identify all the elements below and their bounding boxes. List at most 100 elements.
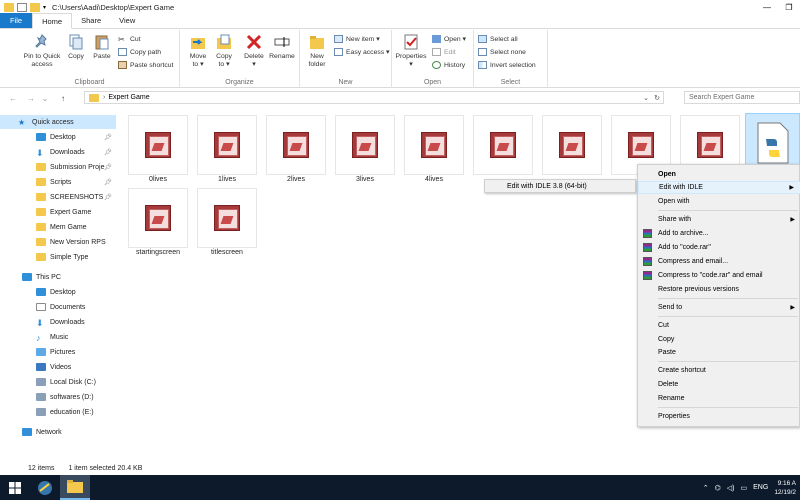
language-indicator[interactable]: ENG bbox=[753, 484, 768, 491]
nav-quick-access[interactable]: ★ Quick access bbox=[0, 115, 116, 129]
taskbar-python-idle[interactable] bbox=[30, 475, 60, 500]
file-tile-3lives[interactable] bbox=[335, 115, 395, 175]
easy-access-button[interactable]: Easy access ▾ bbox=[334, 47, 389, 57]
chevron-up-icon[interactable]: ⌃ bbox=[703, 484, 709, 492]
nav-pc-downloads[interactable]: ⬇ Downloads bbox=[0, 315, 116, 329]
move-to-button[interactable]: Move to ▾ bbox=[186, 33, 210, 68]
nav-pc-education[interactable]: education (E:) bbox=[0, 405, 116, 419]
pin-quick-access-button[interactable]: Pin to Quick access bbox=[20, 33, 64, 68]
menu-item-share-with[interactable]: Share with ▶ bbox=[638, 213, 800, 226]
start-button[interactable] bbox=[0, 475, 30, 500]
nav-item-desktop[interactable]: Desktop 📌︎ bbox=[0, 130, 116, 144]
up-button[interactable]: ↑ bbox=[58, 94, 68, 103]
delete-button[interactable]: Delete ▾ bbox=[242, 33, 266, 68]
volume-icon[interactable]: ◁) bbox=[727, 484, 735, 492]
menu-item-send-to[interactable]: Send to ▶ bbox=[638, 301, 800, 314]
address-bar[interactable]: › Expert Game ⌄ ↻ bbox=[84, 91, 664, 104]
nav-item-expert-game[interactable]: Expert Game bbox=[0, 205, 116, 219]
nav-this-pc[interactable]: This PC bbox=[0, 270, 116, 284]
cut-button[interactable]: ✂ Cut bbox=[118, 34, 141, 44]
nav-pc-pictures[interactable]: Pictures bbox=[0, 345, 116, 359]
menu-item-open-with[interactable]: Open with bbox=[638, 195, 800, 208]
menu-item-open[interactable]: Open bbox=[638, 168, 800, 181]
nav-pc-desktop[interactable]: Desktop bbox=[0, 285, 116, 299]
nav-item-mem-game[interactable]: Mem Game bbox=[0, 220, 116, 234]
nav-item-scripts[interactable]: Scripts 📌︎ bbox=[0, 175, 116, 189]
copy-to-button[interactable]: Copy to ▾ bbox=[212, 33, 236, 68]
menu-item-rename[interactable]: Rename bbox=[638, 392, 800, 405]
nav-item-submission[interactable]: Submission Proje 📌︎ bbox=[0, 160, 116, 174]
qat-dropdown-icon[interactable]: ▾ bbox=[43, 4, 46, 11]
drive-icon bbox=[36, 393, 46, 401]
nav-pc-music[interactable]: ♪ Music bbox=[0, 330, 116, 344]
copy-button[interactable]: Copy bbox=[64, 33, 88, 61]
restore-button[interactable]: ❐ bbox=[778, 0, 800, 14]
back-button[interactable]: ← bbox=[8, 94, 18, 103]
edit-button[interactable]: Edit bbox=[432, 47, 456, 57]
taskbar-file-explorer[interactable] bbox=[60, 475, 90, 500]
nav-item-new-version-rps[interactable]: New Version RPS bbox=[0, 235, 116, 249]
history-button[interactable]: History bbox=[432, 60, 465, 70]
menu-item-edit-with-idle[interactable]: Edit with IDLE ▶ bbox=[638, 181, 800, 194]
invert-selection-button[interactable]: Invert selection bbox=[478, 60, 536, 70]
select-all-button[interactable]: Select all bbox=[478, 34, 518, 44]
file-tile-5lives[interactable] bbox=[473, 115, 533, 175]
network-icon[interactable]: ⌬ bbox=[715, 484, 721, 492]
new-folder-icon[interactable] bbox=[30, 2, 40, 12]
nav-item-simple-type[interactable]: Simple Type bbox=[0, 250, 116, 264]
forward-button[interactable]: → bbox=[26, 94, 36, 103]
properties-icon[interactable] bbox=[17, 2, 27, 12]
new-folder-button[interactable]: New folder bbox=[304, 33, 330, 68]
menu-item-compress-code-email[interactable]: Compress to "code.rar" and email bbox=[638, 269, 800, 282]
refresh-icon[interactable]: ↻ bbox=[654, 94, 660, 102]
nav-pc-videos[interactable]: Videos bbox=[0, 360, 116, 374]
file-tile-titlescreen[interactable] bbox=[197, 188, 257, 248]
submenu-item-idle-38[interactable]: Edit with IDLE 3.8 (64-bit) bbox=[507, 183, 587, 190]
file-tile-2lives[interactable] bbox=[266, 115, 326, 175]
file-tile-6lives[interactable] bbox=[542, 115, 602, 175]
paste-shortcut-button[interactable]: Paste shortcut bbox=[118, 60, 173, 70]
nav-item-screenshots[interactable]: SCREENSHOTS 📌︎ bbox=[0, 190, 116, 204]
folder-icon bbox=[36, 253, 46, 261]
window-controls: — ❐ bbox=[756, 0, 800, 14]
properties-icon bbox=[404, 34, 418, 50]
tab-share[interactable]: Share bbox=[72, 13, 110, 28]
copy-path-button[interactable]: Copy path bbox=[118, 47, 161, 57]
file-tile-1lives[interactable] bbox=[197, 115, 257, 175]
nav-network[interactable]: Network bbox=[0, 425, 116, 439]
menu-item-add-to-code-rar[interactable]: Add to "code.rar" bbox=[638, 241, 800, 254]
file-tile-0lives[interactable] bbox=[128, 115, 188, 175]
file-tile-4lives[interactable] bbox=[404, 115, 464, 175]
battery-icon[interactable]: ▭ bbox=[741, 484, 748, 492]
rename-button[interactable]: Rename bbox=[268, 33, 296, 61]
minimize-button[interactable]: — bbox=[756, 0, 778, 14]
properties-button[interactable]: Properties ▾ bbox=[394, 33, 428, 68]
address-dropdown-icon[interactable]: ⌄ bbox=[643, 94, 649, 102]
open-button[interactable]: Open ▾ bbox=[432, 34, 466, 44]
recent-locations-button[interactable]: ⌄ bbox=[40, 94, 50, 103]
menu-item-copy[interactable]: Copy bbox=[638, 333, 800, 346]
menu-item-properties[interactable]: Properties bbox=[638, 410, 800, 423]
nav-pc-local-disk[interactable]: Local Disk (C:) bbox=[0, 375, 116, 389]
tab-file[interactable]: File bbox=[0, 13, 33, 28]
nav-pc-softwares[interactable]: softwares (D:) bbox=[0, 390, 116, 404]
menu-item-restore-previous[interactable]: Restore previous versions bbox=[638, 283, 800, 296]
tab-home[interactable]: Home bbox=[32, 13, 73, 29]
nav-pc-documents[interactable]: Documents bbox=[0, 300, 116, 314]
menu-item-cut[interactable]: Cut bbox=[638, 319, 800, 332]
menu-separator bbox=[658, 361, 798, 362]
nav-item-downloads[interactable]: ⬇ Downloads 📌︎ bbox=[0, 145, 116, 159]
menu-item-paste[interactable]: Paste bbox=[638, 346, 800, 359]
network-icon bbox=[22, 428, 32, 436]
menu-item-delete[interactable]: Delete bbox=[638, 378, 800, 391]
file-tile-startingscreen[interactable] bbox=[128, 188, 188, 248]
menu-item-compress-email[interactable]: Compress and email... bbox=[638, 255, 800, 268]
clock[interactable]: 9:16 A 12/19/2 bbox=[774, 479, 796, 497]
select-none-button[interactable]: Select none bbox=[478, 47, 526, 57]
new-item-button[interactable]: New item ▾ bbox=[334, 34, 380, 44]
search-input[interactable]: Search Expert Game bbox=[684, 91, 800, 104]
menu-item-add-to-archive[interactable]: Add to archive... bbox=[638, 227, 800, 240]
menu-item-create-shortcut[interactable]: Create shortcut bbox=[638, 364, 800, 377]
tab-view[interactable]: View bbox=[110, 13, 144, 28]
paste-button[interactable]: Paste bbox=[90, 33, 114, 61]
